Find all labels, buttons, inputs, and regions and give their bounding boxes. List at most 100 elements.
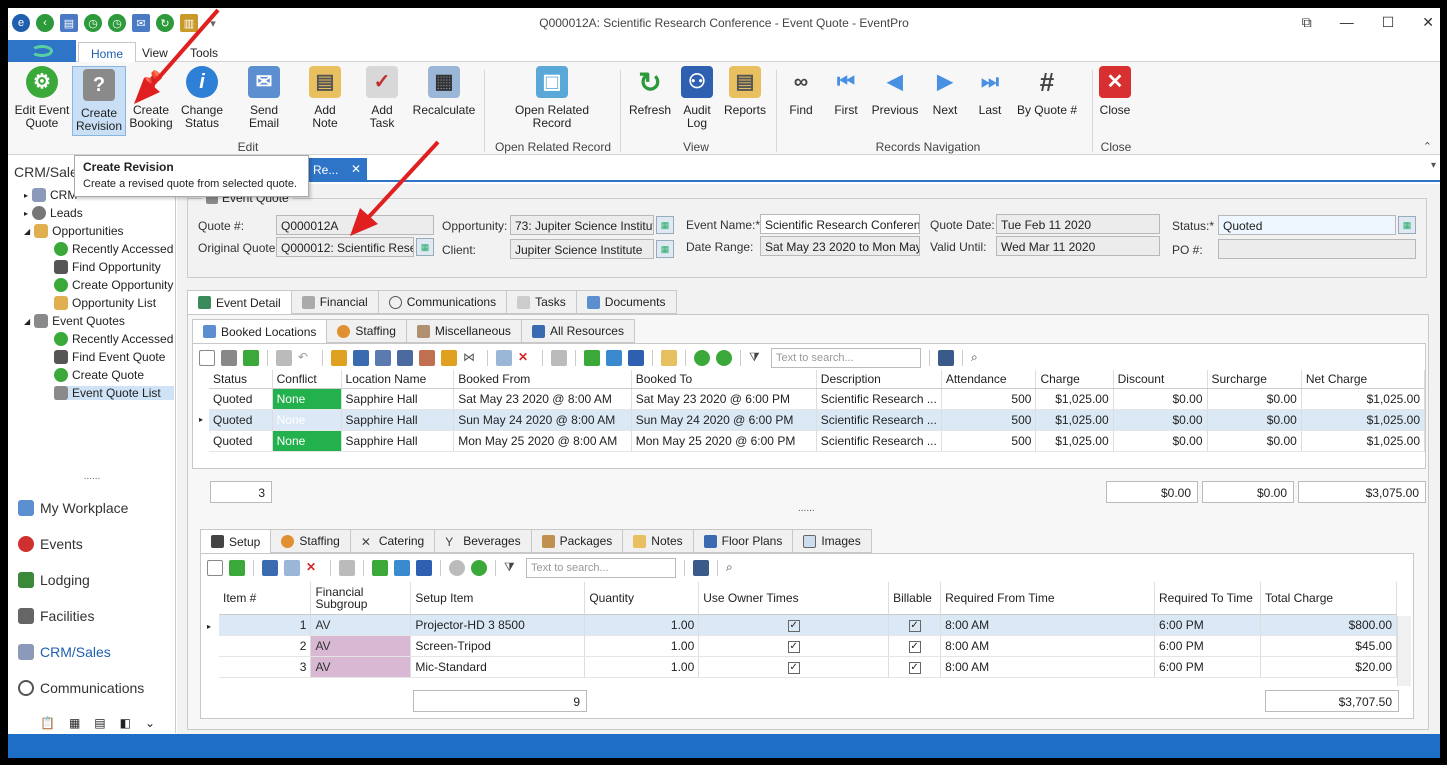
- event-name-field[interactable]: Scientific Research Conference: [760, 214, 920, 234]
- quote-date-field[interactable]: Tue Feb 11 2020: [996, 214, 1160, 234]
- column-header[interactable]: Attendance: [941, 370, 1037, 389]
- sidebar-splitter[interactable]: ......: [8, 472, 176, 482]
- column-header[interactable]: Required To Time: [1154, 582, 1261, 615]
- tab-list-dropdown-icon[interactable]: ▾: [1431, 160, 1436, 171]
- column-header[interactable]: Description: [816, 370, 942, 389]
- add-multiple-icon[interactable]: [229, 560, 245, 576]
- tab-notes[interactable]: Notes: [622, 529, 694, 553]
- tree-item-event-quotes[interactable]: ◢ Event Quotes: [24, 314, 125, 328]
- add-task-button[interactable]: ✓ Add Task: [358, 66, 406, 130]
- tree-item-leads[interactable]: ▸ Leads: [24, 206, 83, 220]
- calculator-icon[interactable]: [284, 560, 300, 576]
- tree-item-opportunity-list[interactable]: Opportunity List: [54, 296, 156, 310]
- send-email-button[interactable]: ✉ Send Email: [234, 66, 294, 130]
- column-header[interactable]: Conflict: [272, 370, 342, 389]
- tab-event-detail[interactable]: Event Detail: [187, 290, 292, 314]
- po-number-field[interactable]: [1218, 239, 1416, 259]
- open-related-record-button[interactable]: ▣ Open Related Record: [514, 66, 590, 130]
- copy-icon[interactable]: [221, 350, 237, 366]
- column-header[interactable]: Billable: [888, 582, 942, 615]
- tree-item-find-event-quote[interactable]: Find Event Quote: [54, 350, 165, 364]
- original-quote-lookup-icon[interactable]: ▦: [416, 238, 434, 256]
- grid-options-icon[interactable]: [584, 350, 600, 366]
- new-icon[interactable]: [199, 350, 215, 366]
- export-icon[interactable]: [394, 560, 410, 576]
- add-multiple-icon[interactable]: [243, 350, 259, 366]
- tab-miscellaneous[interactable]: Miscellaneous: [405, 319, 522, 343]
- next-button[interactable]: ▶ Next: [928, 66, 962, 117]
- delete-icon[interactable]: ✕: [306, 560, 322, 576]
- save-icon[interactable]: [276, 350, 292, 366]
- export-icon[interactable]: [606, 350, 622, 366]
- tab-all-resources[interactable]: All Resources: [520, 319, 635, 343]
- billable-checkbox[interactable]: ✓: [908, 641, 921, 653]
- undo-icon[interactable]: ↶: [298, 350, 314, 366]
- table-row[interactable]: 3 AV Mic-Standard 1.00 ✓ ✓ 8:00 AM 6:00 …: [219, 656, 1397, 678]
- tab-documents[interactable]: Documents: [575, 290, 677, 314]
- column-header[interactable]: Surcharge: [1207, 370, 1302, 389]
- layout-icon[interactable]: [938, 350, 954, 366]
- reports-button[interactable]: ▤ Reports: [722, 66, 768, 117]
- move-down-icon[interactable]: [716, 350, 732, 366]
- by-quote-number-button[interactable]: # By Quote #: [1014, 66, 1080, 117]
- tab-catering[interactable]: ✕ Catering: [349, 529, 436, 553]
- column-header[interactable]: Item #: [219, 582, 312, 615]
- nav-facilities[interactable]: Facilities: [18, 608, 94, 624]
- tab-setup[interactable]: Setup: [200, 529, 272, 553]
- find-button[interactable]: ∞ Find: [784, 66, 818, 117]
- move-up-icon[interactable]: [694, 350, 710, 366]
- column-header[interactable]: Quantity: [584, 582, 700, 615]
- find-in-grid-icon[interactable]: ⌕: [726, 560, 742, 576]
- book-multiple-icon[interactable]: [375, 350, 391, 366]
- nav-lodging[interactable]: Lodging: [18, 572, 90, 588]
- tab-tasks[interactable]: Tasks: [506, 290, 577, 314]
- tab-booked-locations[interactable]: Booked Locations: [192, 319, 328, 343]
- collapse-ribbon-icon[interactable]: ⌃: [1423, 140, 1432, 153]
- edit-event-quote-button[interactable]: ⚙ Edit Event Quote: [14, 66, 70, 130]
- notes-icon[interactable]: [661, 350, 677, 366]
- column-header[interactable]: Net Charge: [1301, 370, 1426, 389]
- column-header[interactable]: Charge: [1035, 370, 1114, 389]
- tree-item-event-quote-list[interactable]: Event Quote List: [54, 386, 174, 400]
- column-header[interactable]: Discount: [1113, 370, 1208, 389]
- setup-search-input[interactable]: Text to search...: [526, 558, 676, 578]
- tab-beverages[interactable]: Y Beverages: [434, 529, 532, 553]
- add-note-button[interactable]: ▤ Add Note: [300, 66, 350, 130]
- audit-log-button[interactable]: ⚇ Audit Log: [680, 66, 714, 130]
- date-range-field[interactable]: Sat May 23 2020 to Mon May 25: [760, 236, 920, 256]
- use-owner-times-checkbox[interactable]: ✓: [787, 620, 800, 632]
- column-header[interactable]: Booked To: [631, 370, 817, 389]
- valid-until-field[interactable]: Wed Mar 11 2020: [996, 236, 1160, 256]
- refresh-button[interactable]: ↻ Refresh: [626, 66, 674, 117]
- move-down-icon[interactable]: [471, 560, 487, 576]
- calculator-icon[interactable]: [496, 350, 512, 366]
- edit-icon[interactable]: [262, 560, 278, 576]
- column-header[interactable]: Status: [209, 370, 273, 389]
- column-header[interactable]: Location Name: [341, 370, 455, 389]
- maximize-icon[interactable]: ☐: [1382, 14, 1395, 31]
- opportunity-field[interactable]: 73: Jupiter Science Institute: [510, 215, 654, 235]
- use-owner-times-checkbox[interactable]: ✓: [787, 641, 800, 653]
- original-quote-field[interactable]: Q000012: Scientific Rese...: [276, 237, 414, 257]
- restore-icon[interactable]: ⧉: [1302, 14, 1312, 31]
- client-lookup-icon[interactable]: ▦: [656, 240, 674, 258]
- application-menu-button[interactable]: [8, 40, 76, 62]
- notes-icon[interactable]: ▤: [94, 716, 105, 730]
- import-icon[interactable]: [628, 350, 644, 366]
- tasks-icon[interactable]: 📋: [40, 716, 55, 730]
- nav-events[interactable]: Events: [18, 536, 83, 552]
- print-icon[interactable]: [339, 560, 355, 576]
- share-icon[interactable]: ⋈: [463, 350, 479, 366]
- status-lookup-icon[interactable]: ▦: [1398, 216, 1416, 234]
- column-header[interactable]: Total Charge: [1260, 582, 1397, 615]
- book-range-icon[interactable]: [397, 350, 413, 366]
- tag-icon[interactable]: [441, 350, 457, 366]
- vertical-scrollbar[interactable]: [1397, 616, 1411, 686]
- tab-financial[interactable]: Financial: [290, 290, 379, 314]
- table-row-selected[interactable]: Quoted None Sapphire Hall Sun May 24 202…: [209, 409, 1426, 431]
- tree-item-recently-accessed-quote[interactable]: Recently Accessed: [54, 332, 173, 346]
- nav-communications[interactable]: Communications: [18, 680, 144, 696]
- nav-my-workplace[interactable]: My Workplace: [18, 500, 128, 516]
- grid-options-icon[interactable]: [372, 560, 388, 576]
- table-row[interactable]: 2 AV Screen-Tripod 1.00 ✓ ✓ 8:00 AM 6:00…: [219, 635, 1397, 657]
